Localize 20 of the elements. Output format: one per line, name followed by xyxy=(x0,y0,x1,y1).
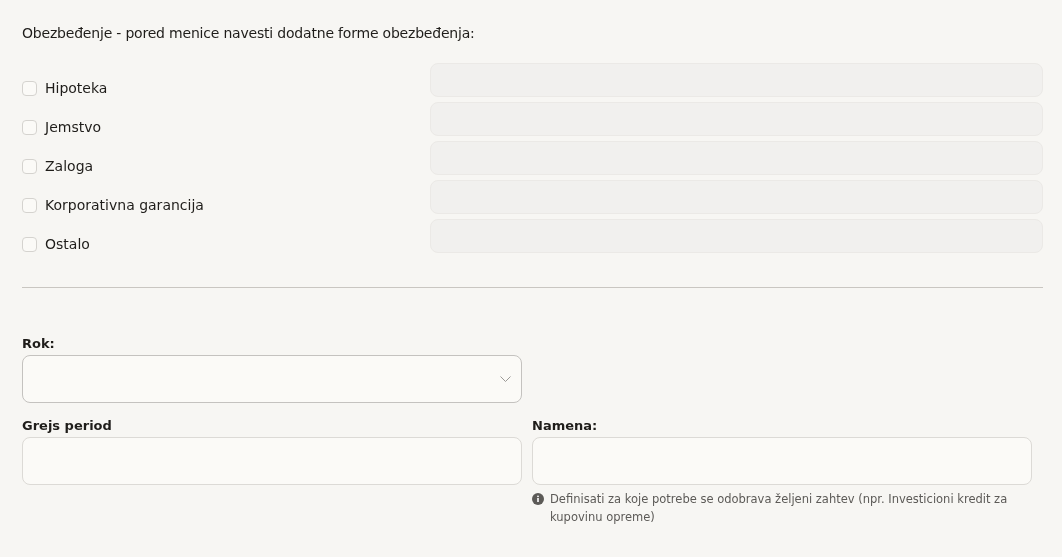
checkbox[interactable] xyxy=(22,80,37,96)
checkbox[interactable] xyxy=(22,158,37,174)
checkbox-label: Hipoteka xyxy=(45,80,108,96)
checkbox[interactable] xyxy=(22,236,37,252)
checkbox-label: Ostalo xyxy=(45,236,90,252)
checkbox[interactable] xyxy=(22,197,37,213)
help-text: Definisati za koje potrebe se odobrava željeni zahtev (npr. Investicioni kredit za kupovinu opreme) xyxy=(550,491,1009,526)
checkbox-label: Zaloga xyxy=(45,158,94,174)
input-field[interactable] xyxy=(22,437,522,485)
info-icon xyxy=(532,493,544,505)
section-heading: Obezbeđenje - pored menice navesti dodatne forme obezbeđenja: xyxy=(22,25,476,41)
select-field[interactable] xyxy=(22,355,522,403)
field-label: Namena: xyxy=(532,418,599,433)
checkbox-label: Korporativna garancija xyxy=(45,197,204,213)
checkbox[interactable] xyxy=(22,119,37,135)
field-label: Rok: xyxy=(22,336,56,351)
checkbox-label: Jemstvo xyxy=(45,119,101,135)
input-field[interactable] xyxy=(532,437,1032,485)
chevron-down-icon xyxy=(500,375,511,383)
field-label: Grejs period xyxy=(22,418,113,433)
